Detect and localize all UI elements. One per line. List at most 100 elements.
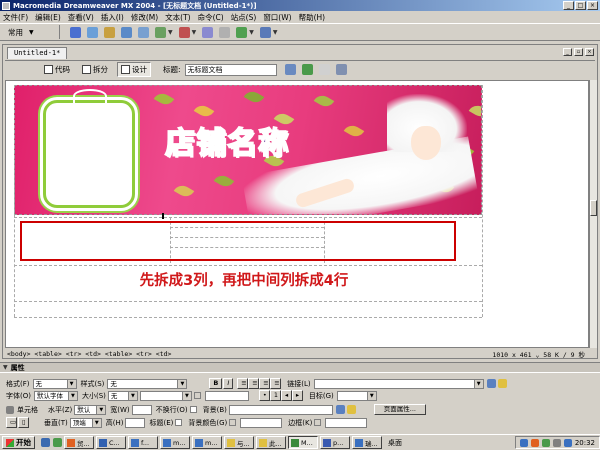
- menu-insert[interactable]: 插入(I): [101, 12, 124, 23]
- taskbar-item[interactable]: 与...: [224, 436, 254, 449]
- header-checkbox[interactable]: [175, 419, 183, 426]
- size-unit-select[interactable]: [139, 390, 192, 401]
- ie-icon[interactable]: [41, 438, 50, 447]
- refresh-icon[interactable]: [318, 64, 330, 75]
- document-tab[interactable]: Untitled-1*: [7, 47, 68, 59]
- date-icon[interactable]: [202, 26, 214, 38]
- font-select[interactable]: 默认字体: [33, 390, 78, 401]
- taskbar-item[interactable]: 瑞...: [352, 436, 382, 449]
- chevron-down-icon[interactable]: ▼: [273, 29, 278, 36]
- start-button[interactable]: 开始: [2, 436, 35, 449]
- code-view-button[interactable]: 代码: [41, 63, 73, 76]
- border-color-swatch[interactable]: [314, 419, 322, 426]
- bold-button[interactable]: B: [209, 378, 223, 389]
- view-options-icon[interactable]: [335, 64, 347, 75]
- outdent-icon[interactable]: ◂: [280, 390, 292, 401]
- image-icon[interactable]: [155, 26, 166, 38]
- unordered-list-icon[interactable]: •: [258, 390, 270, 401]
- italic-button[interactable]: I: [223, 378, 234, 389]
- border-color-input[interactable]: [325, 417, 368, 428]
- size-select[interactable]: 无: [107, 390, 138, 401]
- target-select[interactable]: [336, 390, 377, 401]
- align-right-icon[interactable]: ≡: [259, 378, 271, 389]
- point-to-file-icon[interactable]: [335, 405, 345, 414]
- menu-site[interactable]: 站点(S): [231, 12, 257, 23]
- design-canvas[interactable]: 店铺名称 先拆成3列，再把中间列拆成4行: [5, 80, 589, 348]
- taskbar-item[interactable]: 贸...: [64, 436, 94, 449]
- menu-modify[interactable]: 修改(M): [131, 12, 158, 23]
- chevron-down-icon[interactable]: ▼: [168, 29, 173, 36]
- nowrap-checkbox[interactable]: [189, 406, 197, 413]
- collapse-triangle-icon[interactable]: ▼: [3, 364, 8, 371]
- templates-icon[interactable]: [236, 26, 248, 38]
- format-select[interactable]: 无: [32, 378, 77, 389]
- text-color-input[interactable]: [204, 390, 249, 401]
- insert-category-select[interactable]: 常用 ▼: [4, 25, 60, 39]
- desktop-toolbar-label[interactable]: 桌面: [388, 438, 402, 448]
- hyperlink-icon[interactable]: [70, 26, 81, 38]
- doc-minimize-button[interactable]: _: [563, 48, 572, 56]
- doc-close-button[interactable]: ×: [585, 48, 594, 56]
- width-input[interactable]: [131, 404, 152, 415]
- split-view-button[interactable]: 拆分: [79, 63, 111, 76]
- text-color-swatch[interactable]: [193, 392, 201, 399]
- style-select[interactable]: 无: [107, 378, 188, 389]
- tag-chooser-icon[interactable]: [259, 26, 271, 38]
- split-cell-icon[interactable]: ▯: [18, 417, 29, 428]
- align-justify-icon[interactable]: ≡: [270, 378, 282, 389]
- taskbar-item[interactable]: p...: [320, 436, 350, 449]
- taskbar-item[interactable]: 此...: [256, 436, 286, 449]
- indent-icon[interactable]: ▸: [291, 390, 303, 401]
- comment-icon[interactable]: [219, 26, 231, 38]
- network-icon[interactable]: [563, 438, 572, 447]
- link-input[interactable]: [313, 378, 484, 389]
- horz-select[interactable]: 默认: [74, 404, 107, 415]
- window-size-info[interactable]: 1010 x 461 ⌄ 58 K / 9 秒: [492, 349, 595, 359]
- bgcolor-swatch[interactable]: [229, 419, 237, 426]
- chevron-down-icon[interactable]: ▼: [192, 29, 197, 36]
- bgcolor-input[interactable]: [240, 417, 283, 428]
- menu-file[interactable]: 文件(F): [3, 12, 28, 23]
- menu-edit[interactable]: 编辑(E): [35, 12, 61, 23]
- chevron-down-icon[interactable]: ▼: [249, 29, 254, 36]
- browse-folder-icon[interactable]: [497, 379, 507, 388]
- tag-selector[interactable]: <body> <table> <tr> <td> <table> <tr> <t…: [5, 350, 171, 358]
- height-input[interactable]: [125, 417, 146, 428]
- design-view-button[interactable]: 设计: [117, 62, 151, 77]
- window-titlebar[interactable]: Macromedia Dreamweaver MX 2004 - [无标题文档 …: [0, 0, 600, 11]
- align-left-icon[interactable]: ≡: [237, 378, 249, 389]
- close-button[interactable]: ×: [587, 1, 598, 10]
- tray-icon[interactable]: [541, 438, 550, 447]
- named-anchor-icon[interactable]: [104, 26, 115, 38]
- layer-icon[interactable]: [138, 26, 149, 38]
- vertical-scrollbar[interactable]: [589, 80, 597, 348]
- clock[interactable]: 20:32: [575, 439, 595, 447]
- menu-commands[interactable]: 命令(C): [198, 12, 224, 23]
- email-link-icon[interactable]: [87, 26, 98, 38]
- tray-icon[interactable]: [519, 438, 528, 447]
- menu-window[interactable]: 窗口(W): [263, 12, 291, 23]
- properties-header[interactable]: ▼ 属性: [0, 363, 600, 373]
- doc-restore-button[interactable]: ▫: [574, 48, 583, 56]
- volume-icon[interactable]: [552, 438, 561, 447]
- file-management-icon[interactable]: [284, 64, 296, 75]
- menu-view[interactable]: 查看(V): [68, 12, 94, 23]
- page-title-input[interactable]: 无标题文档: [184, 63, 277, 76]
- ordered-list-icon[interactable]: 1: [269, 390, 281, 401]
- point-to-file-icon[interactable]: [486, 379, 496, 388]
- scrollbar-thumb[interactable]: [590, 200, 597, 216]
- table-icon[interactable]: [121, 26, 132, 38]
- browse-folder-icon[interactable]: [346, 405, 356, 414]
- taskbar-item[interactable]: m...: [160, 436, 190, 449]
- taskbar-item[interactable]: m...: [192, 436, 222, 449]
- minimize-button[interactable]: _: [563, 1, 574, 10]
- align-center-icon[interactable]: ≡: [248, 378, 260, 389]
- vert-select[interactable]: 顶端: [69, 417, 102, 428]
- taskbar-item-active[interactable]: M...: [288, 436, 318, 449]
- page-properties-button[interactable]: 页面属性...: [373, 404, 426, 415]
- menu-help[interactable]: 帮助(H): [299, 12, 326, 23]
- preview-browser-icon[interactable]: [301, 64, 313, 75]
- tray-icon[interactable]: [530, 438, 539, 447]
- taskbar-item[interactable]: C...: [96, 436, 126, 449]
- media-icon[interactable]: [178, 26, 190, 38]
